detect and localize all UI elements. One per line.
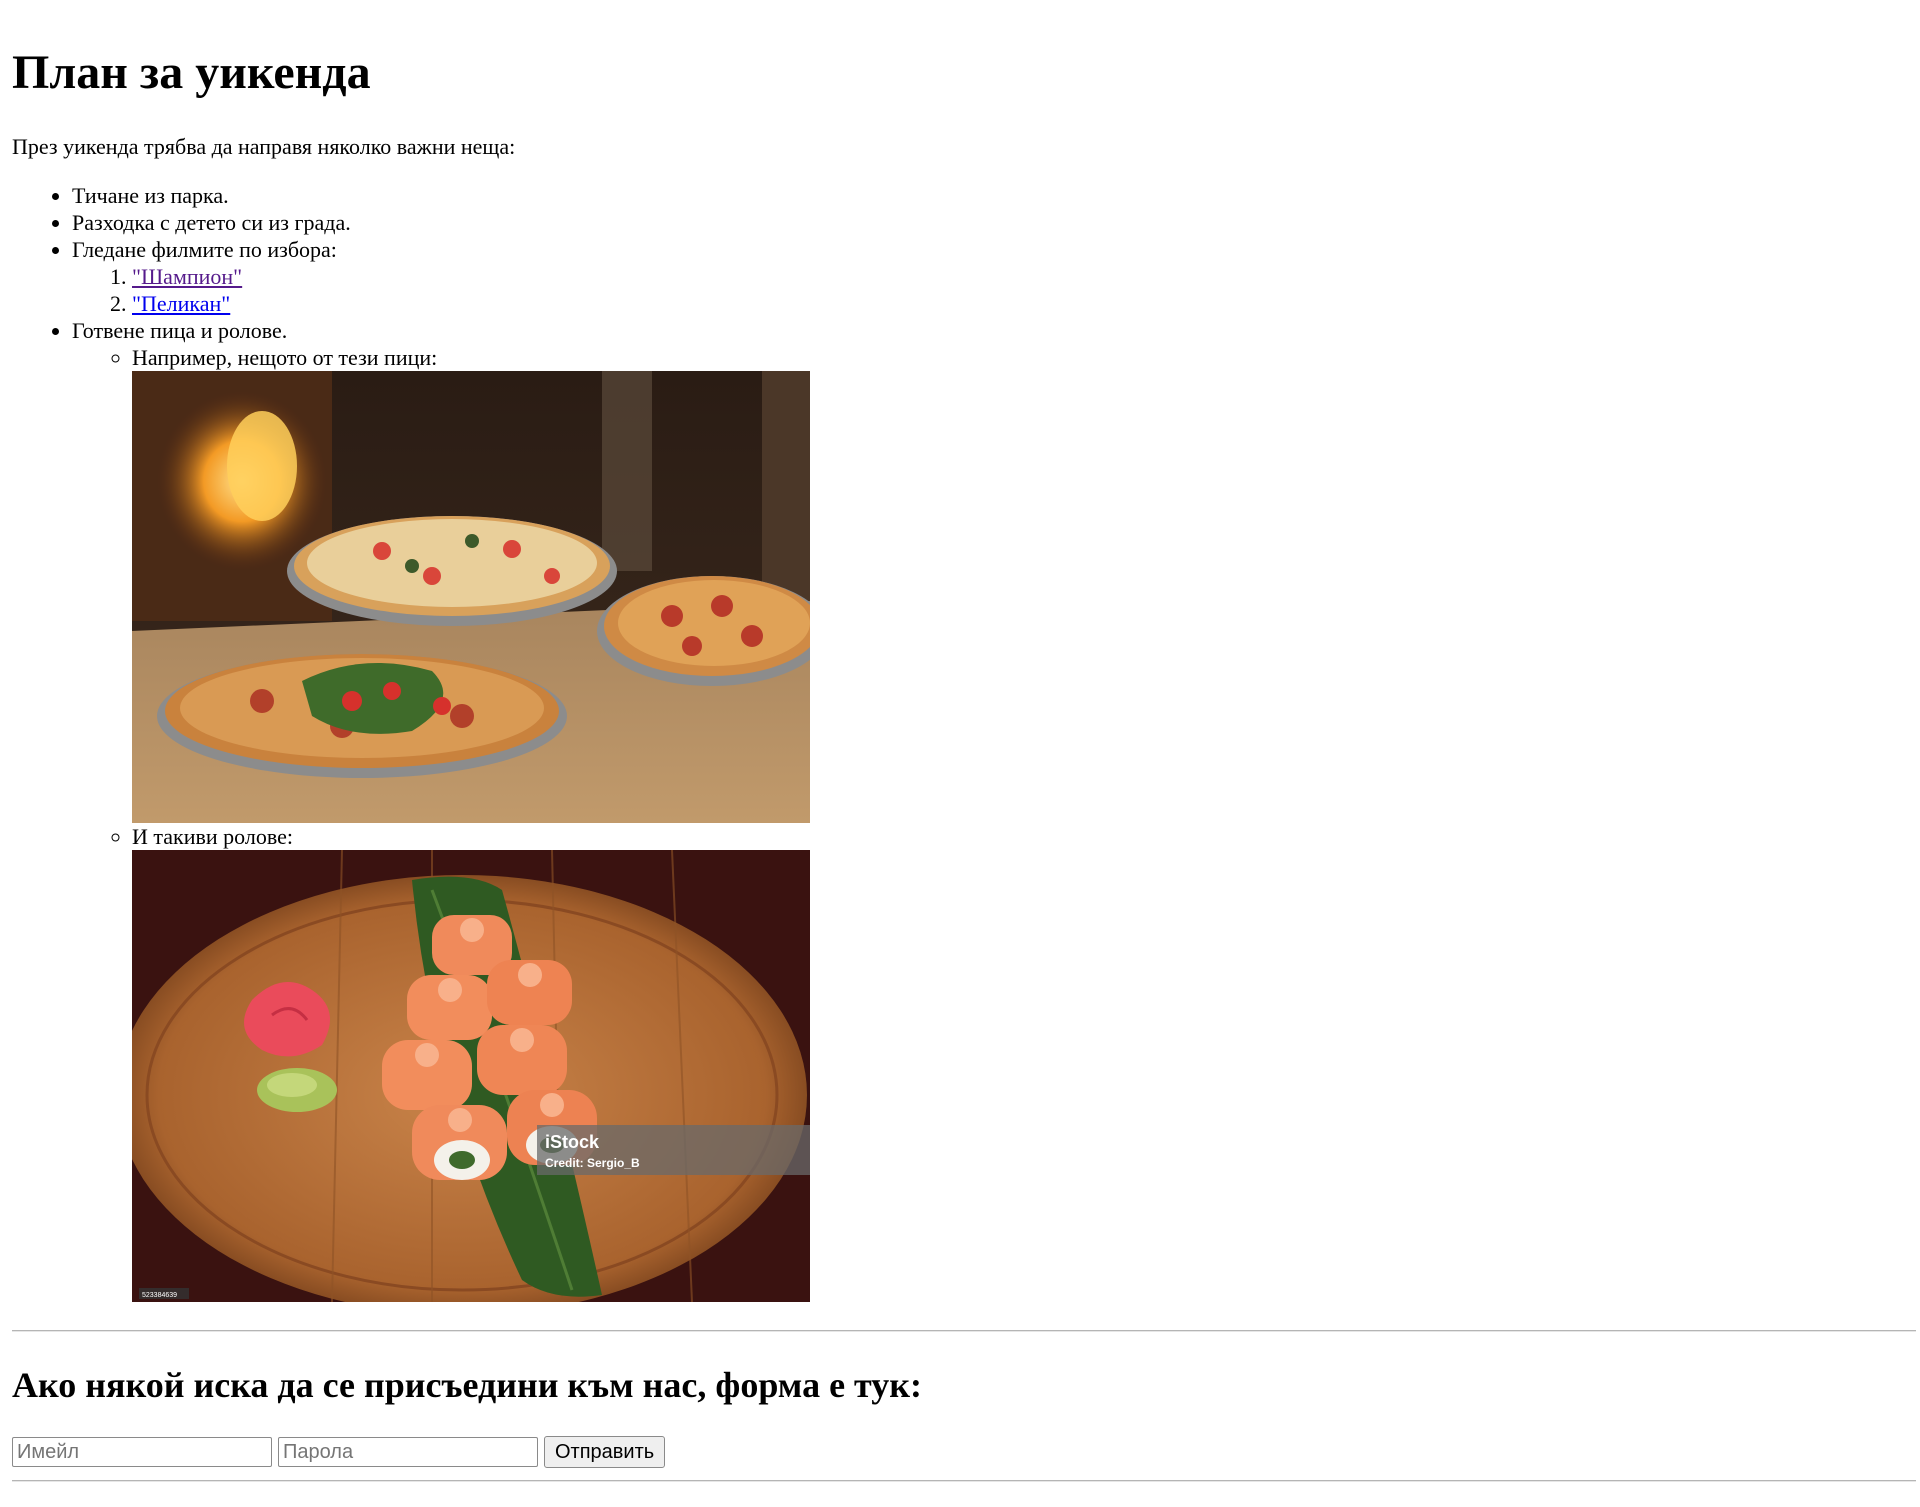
email-field[interactable]	[12, 1437, 272, 1467]
join-form: Отправить	[12, 1436, 1917, 1468]
plan-item-cooking: Готвене пица и ролове.	[72, 318, 288, 343]
plan-list: Тичане из парка. Разходка с детето си из…	[12, 182, 1917, 1302]
rolls-caption: И такиви ролове:	[132, 824, 293, 849]
plan-item-run: Тичане из парка.	[72, 183, 229, 208]
food-item-pizza: Например, нещото от тези пици:	[132, 344, 1917, 823]
pizza-caption: Например, нещото от тези пици:	[132, 345, 438, 370]
intro-text: През уикенда трябва да направя няколко в…	[12, 134, 516, 159]
watermark-credit: Credit: Sergio_B	[545, 1156, 640, 1170]
page-title: План за уикенда	[12, 46, 371, 99]
watermark-brand: iStock	[545, 1132, 600, 1152]
sushi-rolls-photo: iStock Credit: Sergio_B 523384639	[132, 850, 810, 1302]
plan-item-films: Гледане филмите по избора:	[72, 237, 337, 262]
film-link-champion[interactable]: "Шампион"	[132, 264, 242, 289]
food-item-rolls: И такиви ролове:	[132, 823, 1917, 1302]
film-item: "Пеликан"	[132, 290, 1917, 317]
password-field[interactable]	[278, 1437, 538, 1467]
pizzas-photo	[132, 371, 810, 823]
plan-item-walk: Разходка с детето си из града.	[72, 210, 351, 235]
list-item: Гледане филмите по избора: "Шампион" "Пе…	[72, 236, 1917, 317]
list-item: Тичане из парка.	[72, 182, 1917, 209]
list-item: Разходка с детето си из града.	[72, 209, 1917, 236]
bottom-divider	[12, 1480, 1916, 1482]
food-list: Например, нещото от тези пици:	[72, 344, 1917, 1302]
list-item: Готвене пица и ролове. Например, нещото …	[72, 317, 1917, 1302]
film-link-pelican[interactable]: "Пеликан"	[132, 291, 230, 316]
join-heading: Ако някой иска да се присъедини към нас,…	[12, 1365, 922, 1405]
section-divider	[12, 1330, 1916, 1332]
watermark-stock-id: 523384639	[142, 1292, 177, 1299]
films-list: "Шампион" "Пеликан"	[72, 263, 1917, 317]
page: План за уикенда През уикенда трябва да н…	[12, 0, 1917, 1482]
film-item: "Шампион"	[132, 263, 1917, 290]
submit-button[interactable]: Отправить	[544, 1436, 666, 1468]
